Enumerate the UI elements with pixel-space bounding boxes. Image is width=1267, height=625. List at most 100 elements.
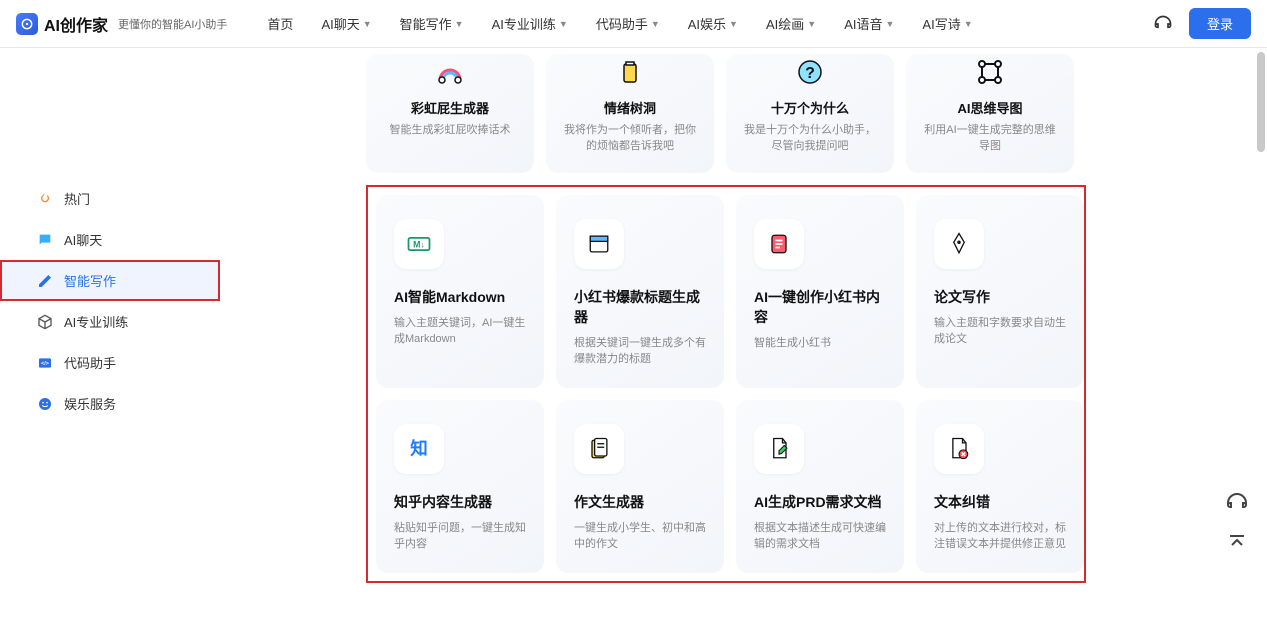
nav-label: 智能写作: [400, 14, 452, 33]
sidebar: 热门 AI聊天 智能写作 AI专业训练 </> 代码助手 娱乐服务: [0, 48, 220, 625]
cards-row-3: 知 知乎内容生成器 粘贴知乎问题，一键生成知乎内容 作文生成器 一键生成小学生、…: [376, 400, 1076, 573]
card-desc: 输入主题关键词，AI一键生成Markdown: [394, 315, 526, 348]
sidebar-item-entertainment[interactable]: 娱乐服务: [0, 383, 220, 424]
nav-ai-poem[interactable]: AI写诗▼: [922, 14, 972, 33]
card-title: 作文生成器: [574, 492, 706, 512]
card-ai-mindmap[interactable]: AI思维导图 利用AI一键生成完整的思维导图: [906, 54, 1074, 173]
cup-icon: [612, 54, 648, 90]
nav-ai-painting[interactable]: AI绘画▼: [766, 14, 816, 33]
content: 彩虹屁生成器 智能生成彩虹屁吹捧话术 情绪树洞 我将作为一个倾听者，把你的烦恼都…: [220, 48, 1267, 625]
chevron-down-icon: ▼: [964, 19, 973, 29]
zhihu-icon: 知: [394, 424, 444, 474]
card-title: 知乎内容生成器: [394, 492, 526, 512]
card-desc: 智能生成彩虹屁吹捧话术: [382, 123, 518, 139]
nav-label: AI绘画: [766, 14, 804, 33]
card-ai-markdown[interactable]: M↓ AI智能Markdown 输入主题关键词，AI一键生成Markdown: [376, 195, 544, 388]
nav-ai-entertainment[interactable]: AI娱乐▼: [688, 14, 738, 33]
card-desc: 输入主题和字数要求自动生成论文: [934, 315, 1066, 348]
sidebar-item-ai-chat[interactable]: AI聊天: [0, 219, 220, 260]
headset-icon[interactable]: [1153, 14, 1173, 34]
sidebar-item-ai-training[interactable]: AI专业训练: [0, 301, 220, 342]
card-text-correction[interactable]: 文本纠错 对上传的文本进行校对，标注错误文本并提供修正意见: [916, 400, 1084, 573]
chevron-down-icon: ▼: [651, 19, 660, 29]
card-title: 十万个为什么: [742, 98, 878, 117]
nav-label: 首页: [267, 14, 293, 33]
card-desc: 对上传的文本进行校对，标注错误文本并提供修正意见: [934, 520, 1066, 553]
headset-float-icon[interactable]: [1225, 491, 1249, 515]
nav-ai-training[interactable]: AI专业训练▼: [492, 14, 568, 33]
nav-home[interactable]: 首页: [267, 14, 293, 33]
pen-icon: [934, 219, 984, 269]
card-xiaohongshu-title[interactable]: 小红书爆款标题生成器 根据关键词一键生成多个有爆款潜力的标题: [556, 195, 724, 388]
cube-icon: [36, 313, 54, 331]
chevron-down-icon: ▼: [363, 19, 372, 29]
sidebar-item-smart-writing[interactable]: 智能写作: [0, 260, 220, 301]
highlighted-section: M↓ AI智能Markdown 输入主题关键词，AI一键生成Markdown 小…: [366, 185, 1086, 583]
fire-icon: [36, 190, 54, 208]
nav-code-helper[interactable]: 代码助手▼: [596, 14, 660, 33]
main: 热门 AI聊天 智能写作 AI专业训练 </> 代码助手 娱乐服务: [0, 48, 1267, 625]
markdown-icon: M↓: [394, 219, 444, 269]
nav-label: AI专业训练: [492, 14, 556, 33]
nav-ai-chat[interactable]: AI聊天 ▼: [321, 14, 371, 33]
card-100k-why[interactable]: ? 十万个为什么 我是十万个为什么小助手，尽管向我提问吧: [726, 54, 894, 173]
chevron-down-icon: ▼: [807, 19, 816, 29]
card-essay-generator[interactable]: 作文生成器 一键生成小学生、初中和高中的作文: [556, 400, 724, 573]
float-buttons: [1225, 491, 1249, 555]
sidebar-item-label: 智能写作: [64, 271, 116, 290]
scrollbar-thumb[interactable]: [1257, 52, 1265, 152]
back-to-top-icon[interactable]: [1225, 531, 1249, 555]
chevron-down-icon: ▼: [455, 19, 464, 29]
card-desc: 粘贴知乎问题，一键生成知乎内容: [394, 520, 526, 553]
card-title: AI生成PRD需求文档: [754, 492, 886, 512]
nav-label: AI娱乐: [688, 14, 726, 33]
card-title: 文本纠错: [934, 492, 1066, 512]
chevron-down-icon: ▼: [559, 19, 568, 29]
paper-icon: [574, 424, 624, 474]
card-rainbow-flattery[interactable]: 彩虹屁生成器 智能生成彩虹屁吹捧话术: [366, 54, 534, 173]
card-desc: 根据关键词一键生成多个有爆款潜力的标题: [574, 335, 706, 368]
card-thesis-writing[interactable]: 论文写作 输入主题和字数要求自动生成论文: [916, 195, 1084, 388]
docpen-icon: [754, 424, 804, 474]
card-ai-prd[interactable]: AI生成PRD需求文档 根据文本描述生成可快速编辑的需求文档: [736, 400, 904, 573]
sidebar-item-label: 代码助手: [64, 353, 116, 372]
rainbow-icon: [432, 54, 468, 90]
nav: 首页 AI聊天▼ 智能写作▼ AI专业训练▼ 代码助手▼ AI娱乐▼ AI绘画▼…: [267, 14, 972, 33]
cards-row-2: M↓ AI智能Markdown 输入主题关键词，AI一键生成Markdown 小…: [376, 195, 1076, 388]
nav-label: AI聊天: [321, 14, 359, 33]
nav-smart-writing[interactable]: 智能写作▼: [400, 14, 464, 33]
logo-icon: [16, 13, 38, 35]
card-title: AI一键创作小红书内容: [754, 287, 886, 327]
tagline: 更懂你的智能AI小助手: [118, 16, 227, 32]
nav-label: AI语音: [844, 14, 882, 33]
card-title: 论文写作: [934, 287, 1066, 307]
nav-label: 代码助手: [596, 14, 648, 33]
card-title: AI智能Markdown: [394, 287, 526, 307]
card-title: 彩虹屁生成器: [382, 98, 518, 117]
logo-area[interactable]: AI创作家: [16, 12, 108, 36]
card-emotion-treehole[interactable]: 情绪树洞 我将作为一个倾听者，把你的烦恼都告诉我吧: [546, 54, 714, 173]
question-icon: ?: [792, 54, 828, 90]
chevron-down-icon: ▼: [885, 19, 894, 29]
logo-text: AI创作家: [44, 12, 108, 36]
card-desc: 利用AI一键生成完整的思维导图: [922, 123, 1058, 155]
card-zhihu-content[interactable]: 知 知乎内容生成器 粘贴知乎问题，一键生成知乎内容: [376, 400, 544, 573]
sidebar-item-label: 热门: [64, 189, 90, 208]
card-desc: 我是十万个为什么小助手，尽管向我提问吧: [742, 123, 878, 155]
card-xiaohongshu-content[interactable]: AI一键创作小红书内容 智能生成小红书: [736, 195, 904, 388]
sidebar-item-code-helper[interactable]: </> 代码助手: [0, 342, 220, 383]
svg-text:?: ?: [805, 65, 815, 82]
smile-icon: [36, 395, 54, 413]
login-button[interactable]: 登录: [1189, 8, 1251, 39]
header-right: 登录: [1153, 8, 1251, 39]
sidebar-item-label: AI专业训练: [64, 312, 128, 331]
nav-ai-voice[interactable]: AI语音▼: [844, 14, 894, 33]
window-icon: [574, 219, 624, 269]
card-title: AI思维导图: [922, 98, 1058, 117]
scrollbar[interactable]: [1257, 52, 1265, 172]
note-icon: [754, 219, 804, 269]
sidebar-item-label: 娱乐服务: [64, 394, 116, 413]
edit-icon: [36, 272, 54, 290]
sidebar-item-hot[interactable]: 热门: [0, 178, 220, 219]
code-icon: </>: [36, 354, 54, 372]
